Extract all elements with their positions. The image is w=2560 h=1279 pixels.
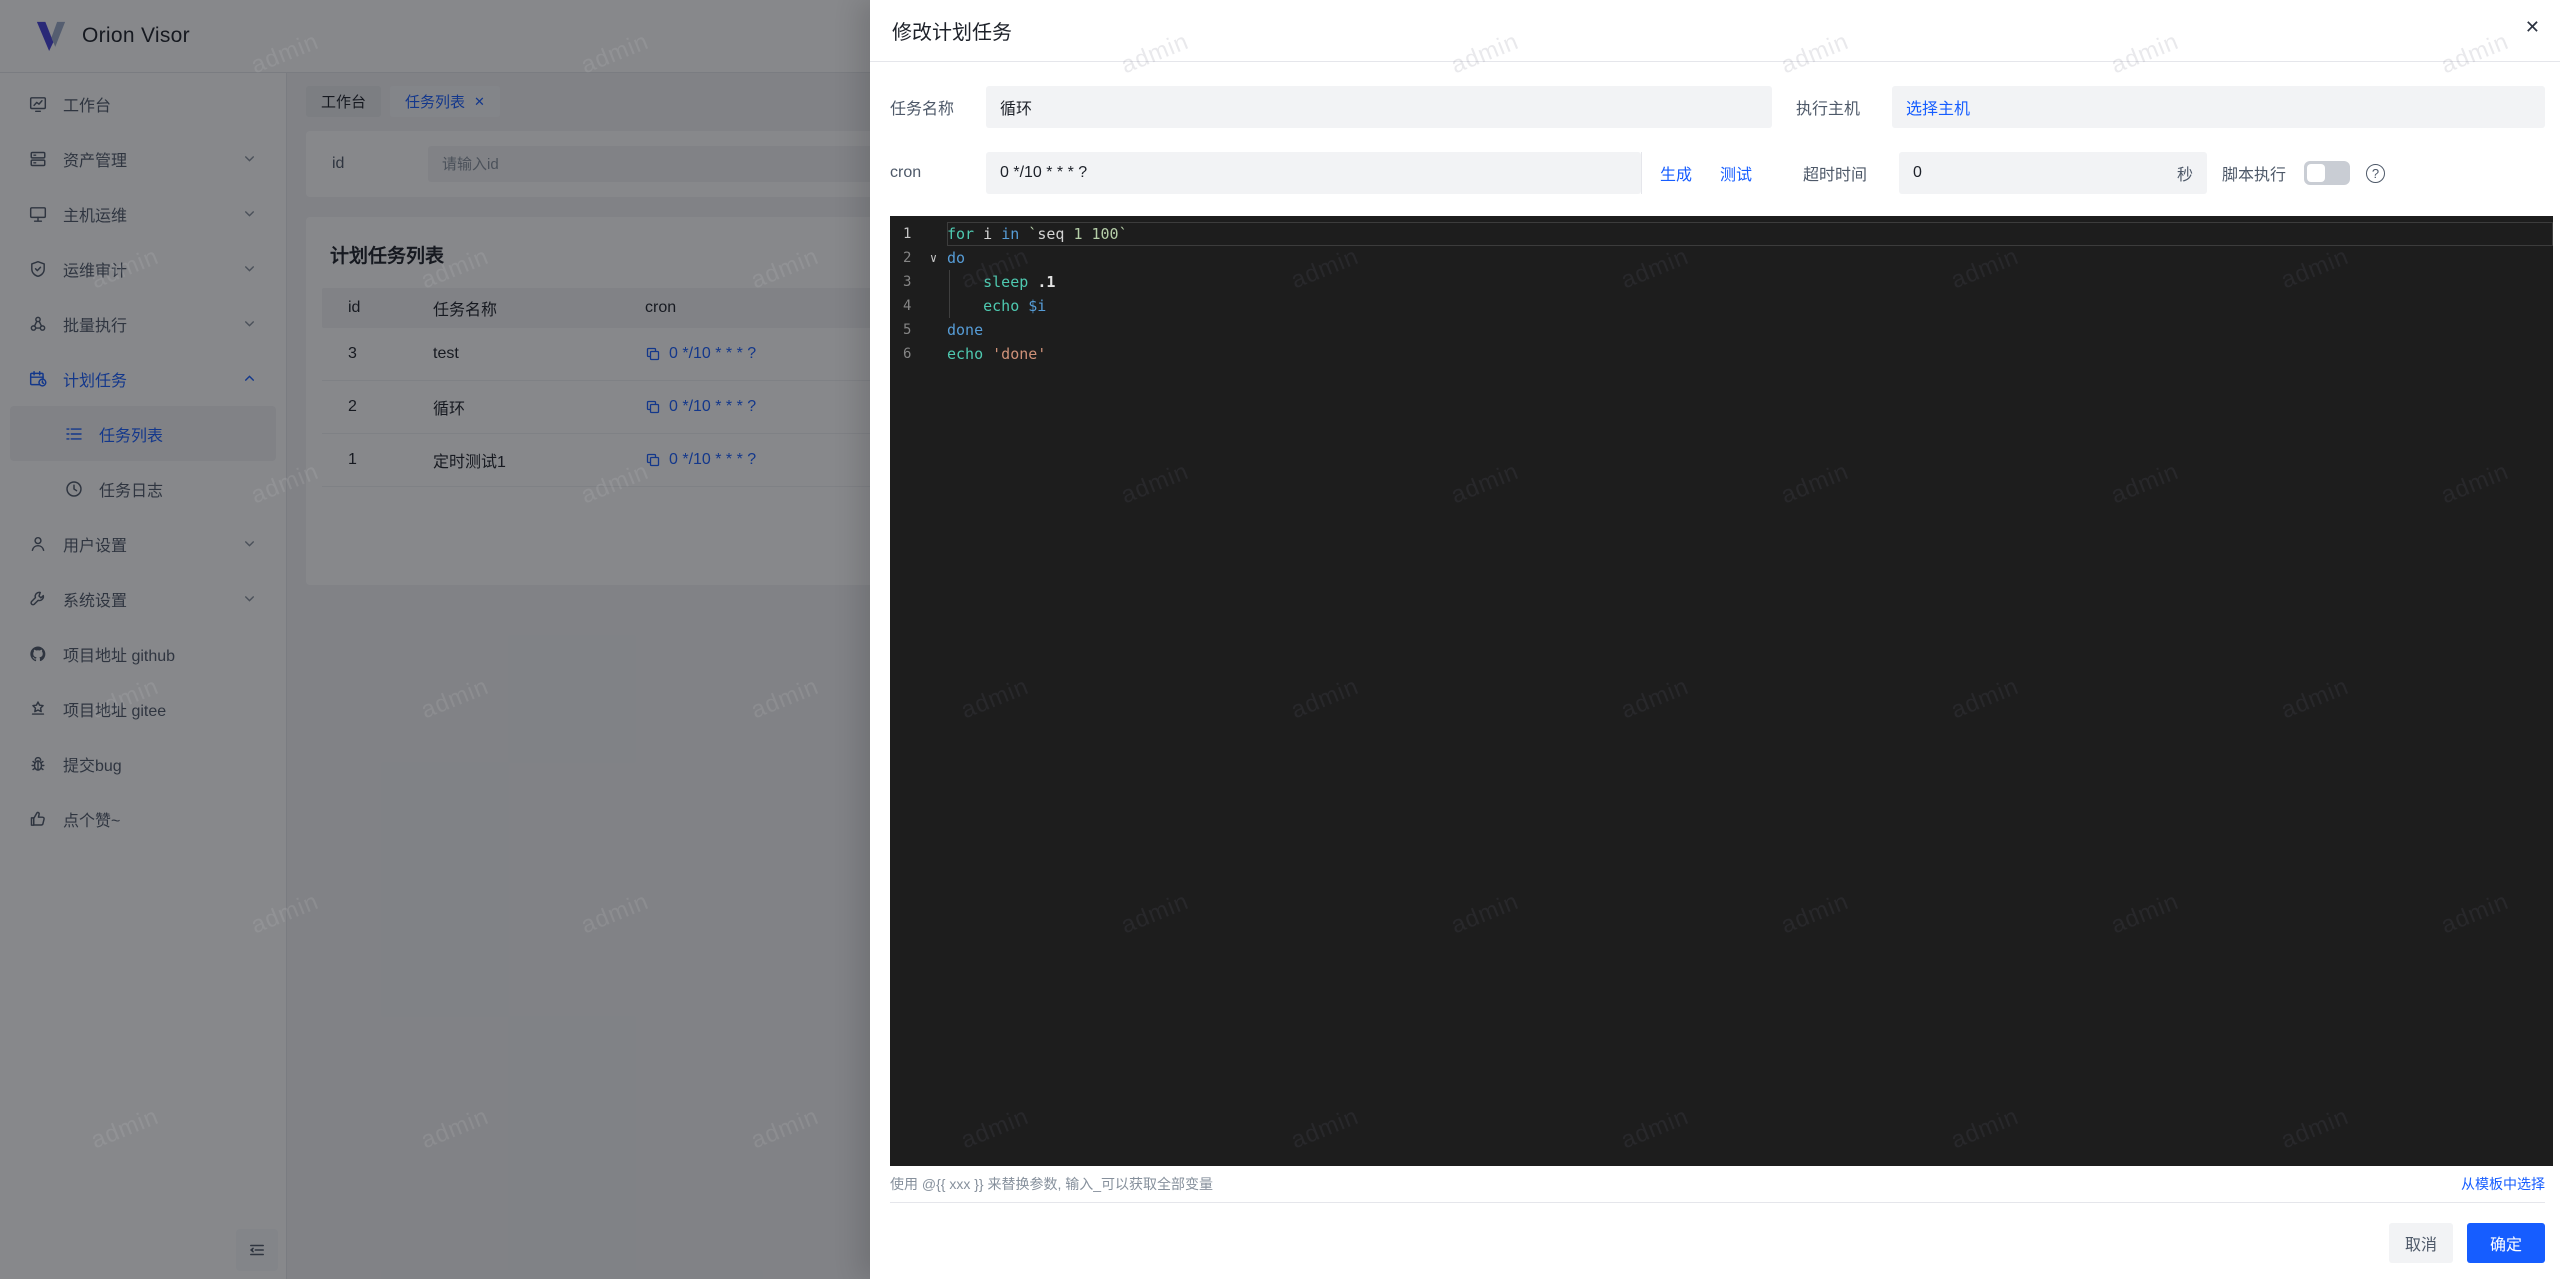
script-exec-toggle[interactable] [2304, 161, 2351, 185]
timeout-unit: 秒 [2176, 167, 2193, 184]
task-name-input[interactable] [1000, 98, 1758, 116]
test-cron-link[interactable]: 测试 [1720, 161, 1752, 185]
code-line: 4 echo $i [890, 294, 2553, 318]
exec-host-label: 执行主机 [1796, 101, 1861, 118]
code-line: 1 for i in `seq 1 100` [890, 222, 2553, 246]
cron-field [986, 152, 1641, 194]
edit-task-modal: 修改计划任务 ✕ 任务名称 执行主机 选择主机 cron 生成 测试 超时时间 [870, 0, 2560, 1279]
script-exec-label: 脚本执行 [2222, 167, 2287, 184]
select-host-link[interactable]: 选择主机 [1906, 95, 1970, 119]
select-from-template-link[interactable]: 从模板中选择 [2461, 1174, 2545, 1194]
cancel-button[interactable]: 取消 [2389, 1222, 2453, 1263]
editor-hint: 使用 @{{ xxx }} 来替换参数, 输入_可以获取全部变量 [890, 1176, 1214, 1192]
generate-cron-link[interactable]: 生成 [1660, 161, 1692, 185]
modal-title: 修改计划任务 [892, 22, 1012, 44]
timeout-field: 秒 [1899, 152, 2207, 194]
close-icon[interactable]: ✕ [2525, 18, 2540, 36]
code-editor-lines: 1 for i in `seq 1 100` 2 ∨ do 3 sleep .1 4 ech… [890, 222, 2553, 366]
task-name-label: 任务名称 [890, 101, 955, 118]
code-line: 6 echo 'done' [903, 345, 1047, 363]
app-root: Orion Visor 工作台 资产管理 主机运维 [0, 0, 2560, 1279]
cron-input[interactable] [1000, 164, 1627, 182]
modal-header: 修改计划任务 [870, 0, 2560, 62]
code-line: 2 ∨ do [890, 246, 2553, 270]
help-icon[interactable]: ? [2366, 163, 2386, 183]
exec-host-field: 选择主机 [1892, 86, 2545, 128]
confirm-button[interactable]: 确定 [2467, 1222, 2545, 1263]
timeout-label: 超时时间 [1803, 167, 1868, 184]
code-line: 3 sleep .1 [890, 270, 2553, 294]
cron-actions: 生成 测试 [1641, 152, 1781, 194]
toggle-knob [2307, 164, 2326, 182]
task-name-field [986, 86, 1772, 128]
editor-hint-bar: 使用 @{{ xxx }} 来替换参数, 输入_可以获取全部变量 从模板中选择 [890, 1166, 2545, 1203]
timeout-input[interactable] [1913, 164, 2169, 182]
modal-footer: 取消 确定 [870, 1203, 2560, 1279]
fold-chevron-icon[interactable]: ∨ [920, 246, 947, 270]
code-line: 5 done [903, 321, 984, 339]
script-editor[interactable]: 1 for i in `seq 1 100` 2 ∨ do 3 sleep .1 4 ech… [890, 216, 2553, 1166]
cron-label: cron [890, 164, 922, 181]
